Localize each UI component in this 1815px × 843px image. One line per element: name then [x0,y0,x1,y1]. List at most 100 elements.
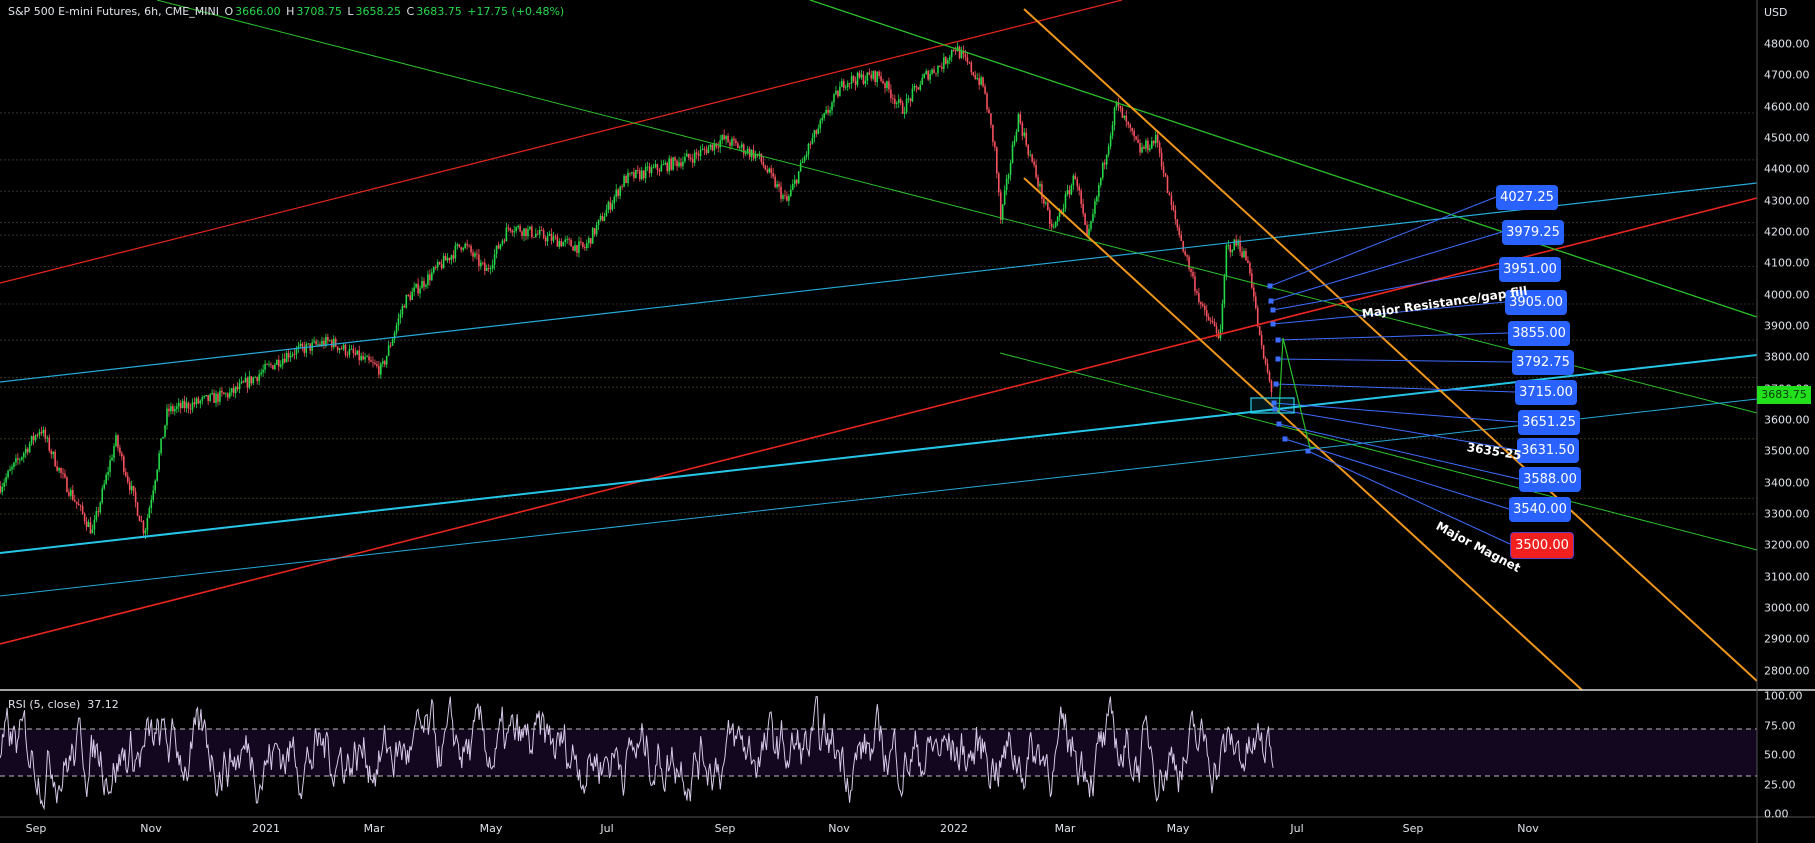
candle-body [660,164,663,172]
candle-body [576,245,578,253]
candle-body [760,153,763,162]
price-target-box[interactable]: 3715.00 [1515,380,1577,405]
candle-body [1174,210,1177,220]
candle-body [629,172,631,174]
rsi-tick: 25.00 [1764,778,1796,791]
price-target-box[interactable]: 3951.00 [1499,257,1561,282]
candle-body [980,77,982,85]
candle-body [950,49,953,58]
price-target-box[interactable]: 3651.25 [1518,410,1580,435]
trendlines[interactable] [0,0,1758,691]
candle-body [525,228,527,237]
price-target-box[interactable]: 3588.00 [1519,467,1581,492]
candle-body [223,392,225,395]
candle-body [811,137,814,144]
candle-body [964,53,967,58]
candle-body [1149,148,1151,151]
price-target-box[interactable]: 3855.00 [1508,321,1570,346]
anchor-dot [1270,307,1276,313]
candle-body [960,50,963,59]
cyan-trendline-lower [0,398,1758,597]
candle-body [260,372,262,375]
candle-body [817,128,820,134]
candle-body [790,189,792,196]
anchor-dot [1267,283,1273,289]
candle-body [850,76,853,84]
red-support-line [0,197,1758,645]
candle-body [897,99,900,103]
candle-body [1111,124,1114,136]
rsi-legend[interactable]: RSI (5, close) 37.12 [8,698,119,711]
candle-body [434,267,437,268]
candle-body [470,246,472,253]
candle-body [134,491,137,503]
candle-body [805,154,808,157]
price-target-box[interactable]: 4027.25 [1496,185,1558,210]
candle-body [487,267,490,270]
candle-body [1031,154,1033,162]
candle-body [199,400,202,404]
candle-body [558,241,561,247]
candle-body [248,376,251,388]
candle-body [111,457,113,461]
candle-body [933,69,935,73]
price-target-box[interactable]: 3540.00 [1509,497,1571,522]
candle-body [113,446,115,458]
candle-body [32,435,35,441]
candle-body [1198,293,1200,303]
candle-body [958,46,961,59]
candle-body [11,466,13,470]
candle-body [332,338,335,348]
candle-body [1262,345,1265,359]
candle-body [344,344,347,355]
candle-body [225,393,227,395]
candle-body [827,109,829,113]
price-target-box[interactable]: 3500.00 [1510,532,1574,559]
candle-body [886,81,888,89]
candle-body [1127,121,1130,125]
candle-body [868,72,871,75]
candle-body [77,503,80,506]
candle-body [676,160,678,167]
price-target-box[interactable]: 3979.25 [1502,220,1564,245]
symbol-legend[interactable]: S&P 500 E-mini Futures, 6h, CME_MINI O 36… [8,5,566,18]
candle-body [697,154,700,156]
candle-body [1003,190,1006,205]
candle-body [580,241,582,243]
candle-body [452,255,455,259]
candle-body [444,256,447,261]
candle-body [162,436,164,439]
candle-body [519,225,521,232]
candle-body [1039,184,1041,187]
candle-body [1151,140,1153,149]
candle-body [1023,132,1026,136]
candle-body [1066,190,1069,195]
candle-body [1143,147,1145,149]
candle-body [189,408,192,410]
candle-body [1245,251,1247,261]
candle-body [1192,272,1194,277]
candle-body [1145,140,1147,149]
candle-body [988,109,990,114]
candle-body [589,238,592,244]
candle-body [107,472,109,475]
candle-body [262,369,264,373]
candle-body [809,143,812,145]
candle-body [1103,162,1106,165]
candle-body [287,352,290,358]
price-target-box[interactable]: 3792.75 [1512,350,1574,375]
time-tick: Sep [25,822,47,835]
candle-body [976,78,979,80]
candle-body [1047,202,1049,210]
candle-body [523,228,525,236]
price-target-box[interactable]: 3631.50 [1517,438,1579,463]
candle-body [1147,140,1149,151]
candle-body [1001,204,1004,220]
candle-body [1168,193,1171,196]
rsi-tick: 0.00 [1764,807,1789,821]
candle-body [1249,263,1251,274]
currency-label[interactable]: USD [1764,6,1788,19]
candle-body [693,152,696,163]
candle-body [64,473,66,478]
candle-body [831,102,833,111]
